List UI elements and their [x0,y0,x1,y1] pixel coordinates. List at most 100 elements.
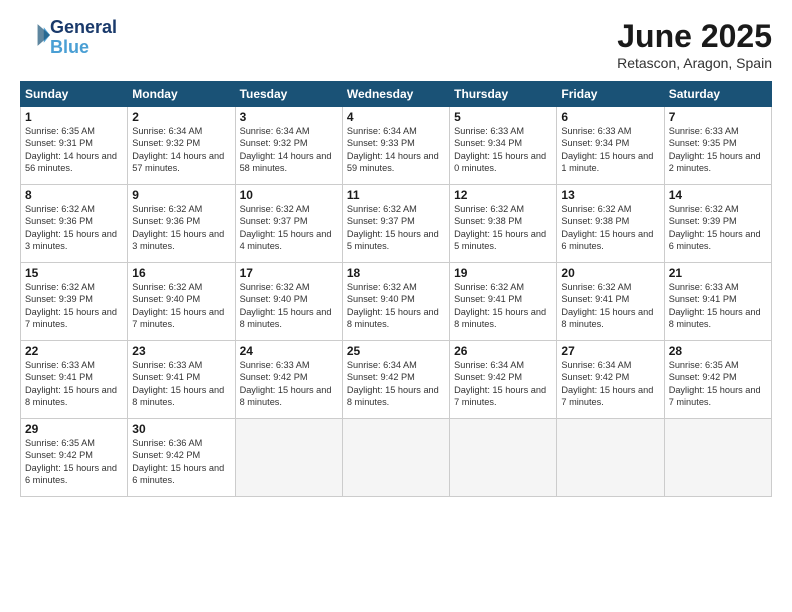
day-number: 21 [669,266,767,280]
table-row: 15 Sunrise: 6:32 AM Sunset: 9:39 PM Dayl… [21,263,128,341]
header-sunday: Sunday [21,82,128,107]
table-row: 28 Sunrise: 6:35 AM Sunset: 9:42 PM Dayl… [664,341,771,419]
cell-info: Sunrise: 6:34 AM Sunset: 9:42 PM Dayligh… [347,359,445,409]
table-row: 27 Sunrise: 6:34 AM Sunset: 9:42 PM Dayl… [557,341,664,419]
day-number: 12 [454,188,552,202]
day-number: 13 [561,188,659,202]
day-number: 15 [25,266,123,280]
calendar-week-row: 22 Sunrise: 6:33 AM Sunset: 9:41 PM Dayl… [21,341,772,419]
weekday-header-row: Sunday Monday Tuesday Wednesday Thursday… [21,82,772,107]
table-row: 24 Sunrise: 6:33 AM Sunset: 9:42 PM Dayl… [235,341,342,419]
table-row: 25 Sunrise: 6:34 AM Sunset: 9:42 PM Dayl… [342,341,449,419]
cell-info: Sunrise: 6:34 AM Sunset: 9:32 PM Dayligh… [132,125,230,175]
cell-info: Sunrise: 6:32 AM Sunset: 9:39 PM Dayligh… [669,203,767,253]
cell-info: Sunrise: 6:33 AM Sunset: 9:35 PM Dayligh… [669,125,767,175]
cell-info: Sunrise: 6:33 AM Sunset: 9:41 PM Dayligh… [25,359,123,409]
cell-info: Sunrise: 6:35 AM Sunset: 9:31 PM Dayligh… [25,125,123,175]
calendar-week-row: 8 Sunrise: 6:32 AM Sunset: 9:36 PM Dayli… [21,185,772,263]
page: General Blue June 2025 Retascon, Aragon,… [0,0,792,612]
cell-info: Sunrise: 6:33 AM Sunset: 9:41 PM Dayligh… [132,359,230,409]
table-row: 12 Sunrise: 6:32 AM Sunset: 9:38 PM Dayl… [450,185,557,263]
cell-info: Sunrise: 6:36 AM Sunset: 9:42 PM Dayligh… [132,437,230,487]
day-number: 16 [132,266,230,280]
day-number: 1 [25,110,123,124]
header: General Blue June 2025 Retascon, Aragon,… [20,18,772,71]
title-block: June 2025 Retascon, Aragon, Spain [617,18,772,71]
header-wednesday: Wednesday [342,82,449,107]
day-number: 14 [669,188,767,202]
table-row [235,419,342,497]
table-row: 2 Sunrise: 6:34 AM Sunset: 9:32 PM Dayli… [128,107,235,185]
table-row [342,419,449,497]
cell-info: Sunrise: 6:32 AM Sunset: 9:39 PM Dayligh… [25,281,123,331]
day-number: 11 [347,188,445,202]
table-row: 26 Sunrise: 6:34 AM Sunset: 9:42 PM Dayl… [450,341,557,419]
cell-info: Sunrise: 6:34 AM Sunset: 9:33 PM Dayligh… [347,125,445,175]
day-number: 3 [240,110,338,124]
logo: General Blue [20,18,117,58]
table-row: 14 Sunrise: 6:32 AM Sunset: 9:39 PM Dayl… [664,185,771,263]
table-row: 4 Sunrise: 6:34 AM Sunset: 9:33 PM Dayli… [342,107,449,185]
day-number: 4 [347,110,445,124]
day-number: 23 [132,344,230,358]
day-number: 6 [561,110,659,124]
cell-info: Sunrise: 6:32 AM Sunset: 9:37 PM Dayligh… [347,203,445,253]
day-number: 17 [240,266,338,280]
table-row: 29 Sunrise: 6:35 AM Sunset: 9:42 PM Dayl… [21,419,128,497]
calendar-week-row: 15 Sunrise: 6:32 AM Sunset: 9:39 PM Dayl… [21,263,772,341]
day-number: 20 [561,266,659,280]
calendar-week-row: 1 Sunrise: 6:35 AM Sunset: 9:31 PM Dayli… [21,107,772,185]
table-row: 19 Sunrise: 6:32 AM Sunset: 9:41 PM Dayl… [450,263,557,341]
day-number: 5 [454,110,552,124]
cell-info: Sunrise: 6:35 AM Sunset: 9:42 PM Dayligh… [25,437,123,487]
table-row [450,419,557,497]
table-row: 17 Sunrise: 6:32 AM Sunset: 9:40 PM Dayl… [235,263,342,341]
table-row: 13 Sunrise: 6:32 AM Sunset: 9:38 PM Dayl… [557,185,664,263]
cell-info: Sunrise: 6:32 AM Sunset: 9:40 PM Dayligh… [132,281,230,331]
cell-info: Sunrise: 6:32 AM Sunset: 9:40 PM Dayligh… [240,281,338,331]
logo-icon [22,21,50,49]
cell-info: Sunrise: 6:32 AM Sunset: 9:36 PM Dayligh… [132,203,230,253]
table-row: 9 Sunrise: 6:32 AM Sunset: 9:36 PM Dayli… [128,185,235,263]
header-monday: Monday [128,82,235,107]
cell-info: Sunrise: 6:32 AM Sunset: 9:37 PM Dayligh… [240,203,338,253]
day-number: 27 [561,344,659,358]
table-row: 1 Sunrise: 6:35 AM Sunset: 9:31 PM Dayli… [21,107,128,185]
calendar-table: Sunday Monday Tuesday Wednesday Thursday… [20,81,772,497]
day-number: 9 [132,188,230,202]
day-number: 28 [669,344,767,358]
day-number: 30 [132,422,230,436]
cell-info: Sunrise: 6:32 AM Sunset: 9:36 PM Dayligh… [25,203,123,253]
cell-info: Sunrise: 6:32 AM Sunset: 9:38 PM Dayligh… [454,203,552,253]
day-number: 24 [240,344,338,358]
cell-info: Sunrise: 6:33 AM Sunset: 9:42 PM Dayligh… [240,359,338,409]
cell-info: Sunrise: 6:34 AM Sunset: 9:42 PM Dayligh… [561,359,659,409]
day-number: 8 [25,188,123,202]
month-title: June 2025 [617,18,772,55]
table-row: 20 Sunrise: 6:32 AM Sunset: 9:41 PM Dayl… [557,263,664,341]
table-row: 11 Sunrise: 6:32 AM Sunset: 9:37 PM Dayl… [342,185,449,263]
cell-info: Sunrise: 6:32 AM Sunset: 9:41 PM Dayligh… [454,281,552,331]
day-number: 18 [347,266,445,280]
table-row: 8 Sunrise: 6:32 AM Sunset: 9:36 PM Dayli… [21,185,128,263]
cell-info: Sunrise: 6:33 AM Sunset: 9:41 PM Dayligh… [669,281,767,331]
table-row [557,419,664,497]
day-number: 7 [669,110,767,124]
cell-info: Sunrise: 6:34 AM Sunset: 9:32 PM Dayligh… [240,125,338,175]
header-saturday: Saturday [664,82,771,107]
table-row: 6 Sunrise: 6:33 AM Sunset: 9:34 PM Dayli… [557,107,664,185]
day-number: 22 [25,344,123,358]
table-row: 23 Sunrise: 6:33 AM Sunset: 9:41 PM Dayl… [128,341,235,419]
logo-text: General Blue [50,18,117,58]
table-row: 7 Sunrise: 6:33 AM Sunset: 9:35 PM Dayli… [664,107,771,185]
cell-info: Sunrise: 6:32 AM Sunset: 9:40 PM Dayligh… [347,281,445,331]
table-row: 16 Sunrise: 6:32 AM Sunset: 9:40 PM Dayl… [128,263,235,341]
table-row: 3 Sunrise: 6:34 AM Sunset: 9:32 PM Dayli… [235,107,342,185]
day-number: 26 [454,344,552,358]
table-row: 5 Sunrise: 6:33 AM Sunset: 9:34 PM Dayli… [450,107,557,185]
table-row: 22 Sunrise: 6:33 AM Sunset: 9:41 PM Dayl… [21,341,128,419]
table-row: 30 Sunrise: 6:36 AM Sunset: 9:42 PM Dayl… [128,419,235,497]
day-number: 25 [347,344,445,358]
table-row: 10 Sunrise: 6:32 AM Sunset: 9:37 PM Dayl… [235,185,342,263]
day-number: 29 [25,422,123,436]
